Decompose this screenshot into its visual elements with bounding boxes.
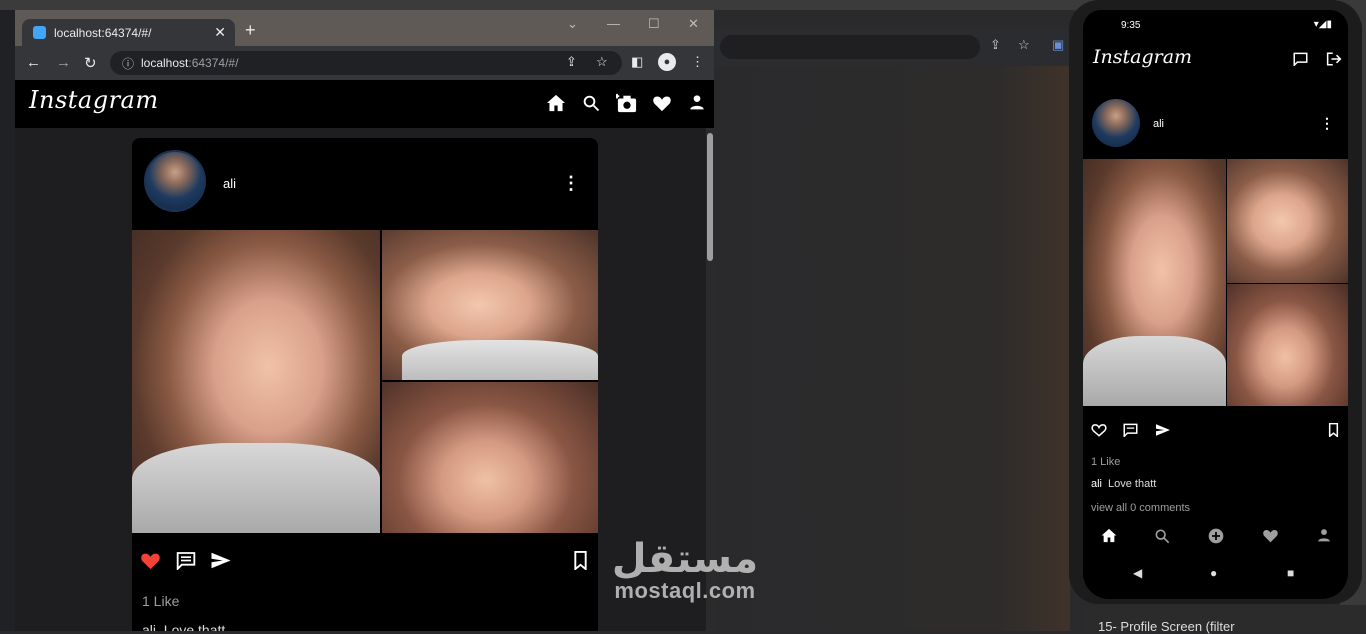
minimize-icon[interactable]: — [607, 16, 620, 31]
status-bar: 9:35 ▾◢▮ [1083, 10, 1348, 38]
post-card: ali ⋮ 1 Like ali Love thatt [132, 138, 598, 631]
caption-panel-text: 15- Profile Screen (filter [1098, 619, 1235, 634]
phone-bookmark-icon[interactable] [1328, 423, 1339, 437]
phone-post-caption: ali Love thatt [1091, 478, 1157, 490]
app-bar: Instagram [15, 80, 714, 128]
share-icon[interactable]: ⇪ [990, 37, 1001, 53]
avatar[interactable] [144, 150, 206, 212]
profile-icon[interactable]: ● [658, 53, 676, 71]
more-options-icon[interactable]: ⋮ [562, 173, 580, 194]
phone-avatar[interactable] [1092, 99, 1140, 147]
profile-person-icon[interactable] [689, 94, 705, 110]
address-bar[interactable]: ⓘ localhost:64374/#/ ⇪ ☆ [110, 51, 622, 75]
menu-kebab-icon[interactable]: ⋮ [691, 54, 704, 70]
instagram-logo: Instagram [29, 86, 159, 114]
status-time: 9:35 [1121, 20, 1141, 31]
nav-home-icon[interactable] [1101, 528, 1117, 543]
share-icon[interactable]: ⇪ [566, 54, 577, 70]
system-back-icon[interactable]: ◀ [1133, 566, 1142, 580]
home-icon[interactable] [546, 94, 566, 112]
tab-title: localhost:64374/#/ [54, 26, 152, 40]
phone-send-icon[interactable] [1155, 423, 1171, 437]
phone-frame: 9:35 ▾◢▮ Instagram ali ⋮ 1 Like ali Love … [1069, 0, 1362, 604]
post-photo-top-right [382, 230, 598, 380]
post-actions [132, 543, 598, 583]
logout-icon[interactable] [1326, 52, 1342, 66]
watermark: مستقل mostaql.com [600, 538, 770, 602]
bookmark-star-icon[interactable]: ☆ [596, 54, 608, 70]
comment-icon[interactable] [176, 551, 196, 570]
watermark-arabic: مستقل [611, 536, 759, 582]
phone-like-count: 1 Like [1091, 456, 1121, 468]
phone-post-username[interactable]: ali [1153, 118, 1164, 130]
heart-icon[interactable] [652, 94, 672, 112]
caption-panel: 15- Profile Screen (filter [1086, 605, 1366, 634]
tab-strip: localhost:64374/#/ ✕ + ⌄ — ☐ ✕ [15, 10, 714, 46]
maximize-icon[interactable]: ☐ [648, 16, 660, 32]
flutter-favicon-icon [33, 26, 46, 39]
close-tab-icon[interactable]: ✕ [214, 24, 226, 41]
nav-search-icon[interactable] [1154, 528, 1170, 544]
bookmark-icon[interactable] [573, 551, 588, 570]
nav-add-icon[interactable] [1208, 528, 1224, 544]
phone-more-options-icon[interactable]: ⋮ [1320, 115, 1334, 132]
side-panel-icon[interactable]: ◧ [631, 54, 643, 70]
add-photo-icon[interactable] [616, 93, 638, 113]
translate-icon[interactable]: ▣ [1052, 37, 1064, 53]
new-tab-button[interactable]: + [245, 20, 256, 41]
phone-post-photo-main[interactable] [1083, 159, 1226, 406]
background-url-bar[interactable] [720, 35, 980, 59]
post-photo-main [132, 230, 380, 533]
phone-post-photo-bottom-right[interactable] [1227, 284, 1348, 406]
search-icon[interactable] [582, 94, 600, 112]
url-text: localhost:64374/#/ [141, 56, 239, 70]
system-home-icon[interactable]: ● [1210, 566, 1217, 580]
status-icons: ▾◢▮ [1313, 19, 1332, 30]
nav-profile-icon[interactable] [1317, 528, 1331, 542]
reload-icon[interactable]: ↻ [84, 54, 97, 72]
system-recents-icon[interactable]: ■ [1287, 566, 1294, 580]
phone-heart-outline-icon[interactable] [1091, 423, 1107, 437]
forward-icon[interactable]: → [56, 54, 71, 71]
desktop-left-strip [0, 10, 15, 631]
phone-post-photo-top-right[interactable] [1227, 159, 1348, 283]
nav-heart-icon[interactable] [1262, 528, 1279, 543]
post-caption: ali Love thatt [142, 622, 226, 631]
phone-instagram-logo: Instagram [1093, 46, 1193, 68]
star-icon[interactable]: ☆ [1018, 37, 1030, 53]
post-photo-bottom-right [382, 382, 598, 533]
post-photo-collage[interactable] [132, 230, 598, 533]
site-info-icon[interactable]: ⓘ [122, 55, 134, 72]
watermark-latin: mostaql.com [614, 578, 756, 603]
phone-comment-icon[interactable] [1123, 423, 1138, 437]
back-icon[interactable]: ← [26, 54, 41, 71]
post-username[interactable]: ali [223, 176, 236, 191]
background-browser-toolbar: ⇪ ☆ ▣ [714, 28, 1070, 67]
liked-heart-icon[interactable] [140, 551, 161, 570]
close-window-icon[interactable]: ✕ [688, 16, 699, 32]
view-comments-link[interactable]: view all 0 comments [1091, 502, 1190, 514]
messages-icon[interactable] [1293, 52, 1308, 66]
browser-toolbar: ← → ↻ ⓘ localhost:64374/#/ ⇪ ☆ ◧ ● ⋮ [15, 46, 714, 80]
phone-screen: 9:35 ▾◢▮ Instagram ali ⋮ 1 Like ali Love … [1083, 10, 1348, 599]
like-count: 1 Like [142, 593, 180, 609]
scrollbar-thumb[interactable] [707, 133, 713, 261]
tab-search-icon[interactable]: ⌄ [567, 16, 578, 32]
share-send-icon[interactable] [210, 551, 232, 570]
browser-tab[interactable]: localhost:64374/#/ ✕ [22, 19, 235, 46]
